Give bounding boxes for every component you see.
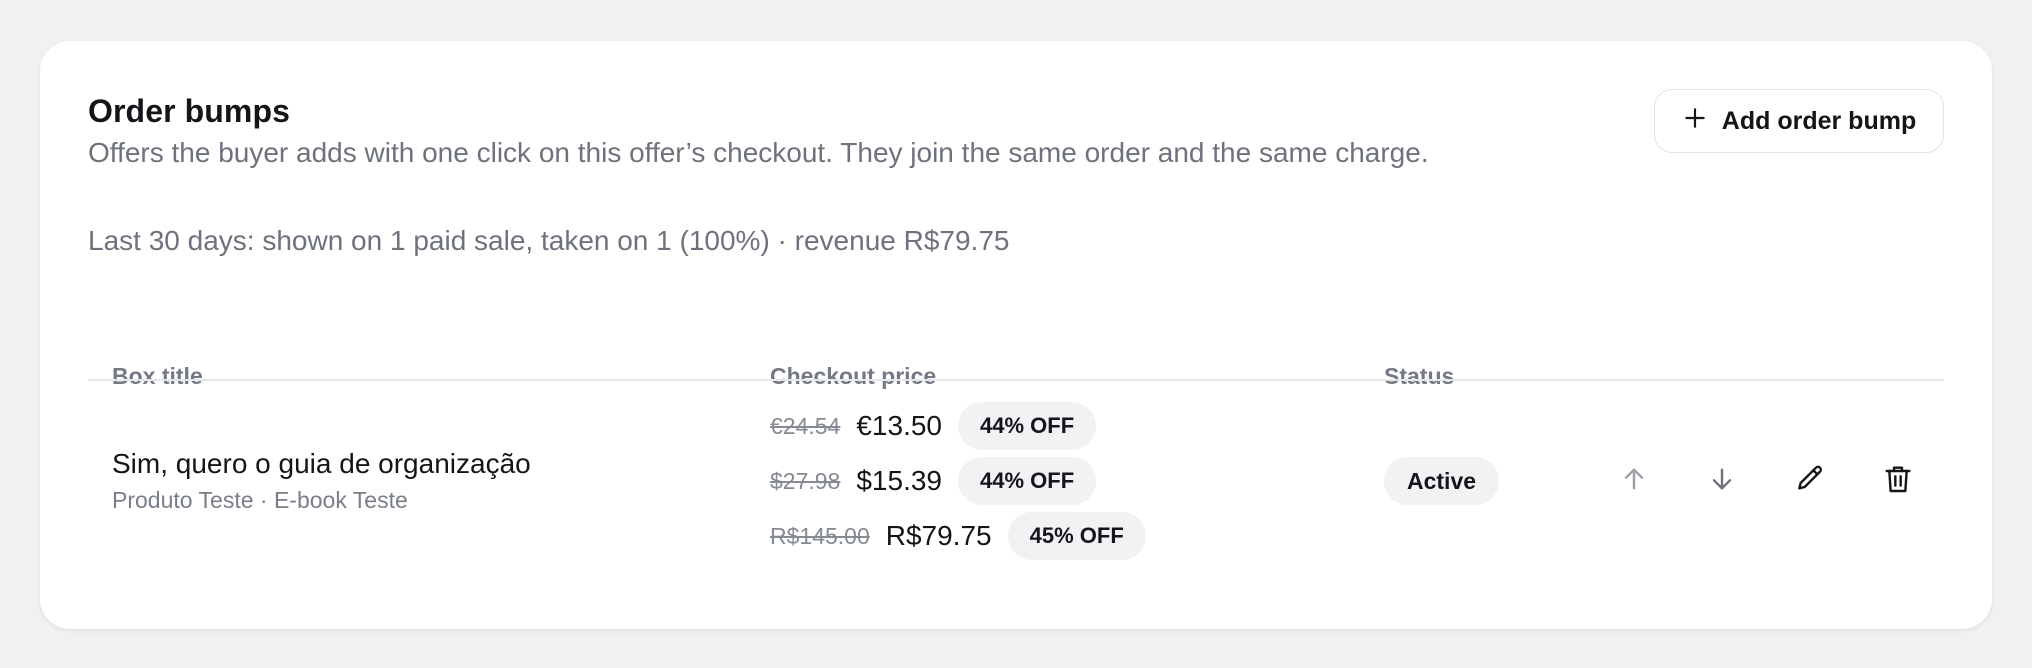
plus-icon	[1682, 105, 1708, 138]
column-header-box-title: Box title	[112, 363, 203, 389]
original-price: R$145.00	[770, 522, 870, 549]
section-title: Order bumps	[88, 93, 291, 129]
column-header-status: Status	[1384, 363, 1455, 389]
discount-badge: 45% OFF	[1007, 512, 1146, 560]
move-up-button[interactable]	[1612, 459, 1656, 503]
discount-badge: 44% OFF	[958, 457, 1097, 505]
order-bumps-card: Order bumps Offers the buyer adds with o…	[40, 41, 1992, 629]
add-order-bump-label: Add order bump	[1721, 106, 1917, 135]
table-header-divider	[88, 379, 1944, 381]
move-down-button[interactable]	[1700, 459, 1744, 503]
stats-summary: Last 30 days: shown on 1 paid sale, take…	[88, 225, 1010, 256]
price-line-brl: R$145.00 R$79.75 45% OFF	[770, 512, 1146, 560]
bump-box-title: Sim, quero o guia de organização	[112, 448, 531, 479]
arrow-up-icon	[1618, 463, 1650, 500]
original-price: €24.54	[770, 412, 841, 439]
arrow-down-icon	[1706, 463, 1738, 500]
bump-product-subtitle: Produto Teste · E-book Teste	[112, 487, 408, 513]
trash-icon	[1882, 463, 1914, 500]
checkout-price: $15.39	[856, 465, 942, 496]
add-order-bump-button[interactable]: Add order bump	[1654, 89, 1944, 153]
checkout-price: €13.50	[856, 410, 942, 441]
column-header-checkout-price: Checkout price	[770, 363, 937, 389]
price-line-usd: $27.98 $15.39 44% OFF	[770, 457, 1097, 505]
pencil-icon	[1794, 463, 1826, 500]
price-line-eur: €24.54 €13.50 44% OFF	[770, 402, 1097, 450]
section-description: Offers the buyer adds with one click on …	[88, 137, 1429, 168]
checkout-price: R$79.75	[885, 520, 992, 551]
status-badge: Active	[1384, 457, 1500, 505]
delete-button[interactable]	[1876, 459, 1920, 503]
edit-button[interactable]	[1788, 459, 1832, 503]
discount-badge: 44% OFF	[958, 402, 1097, 450]
original-price: $27.98	[770, 467, 841, 494]
